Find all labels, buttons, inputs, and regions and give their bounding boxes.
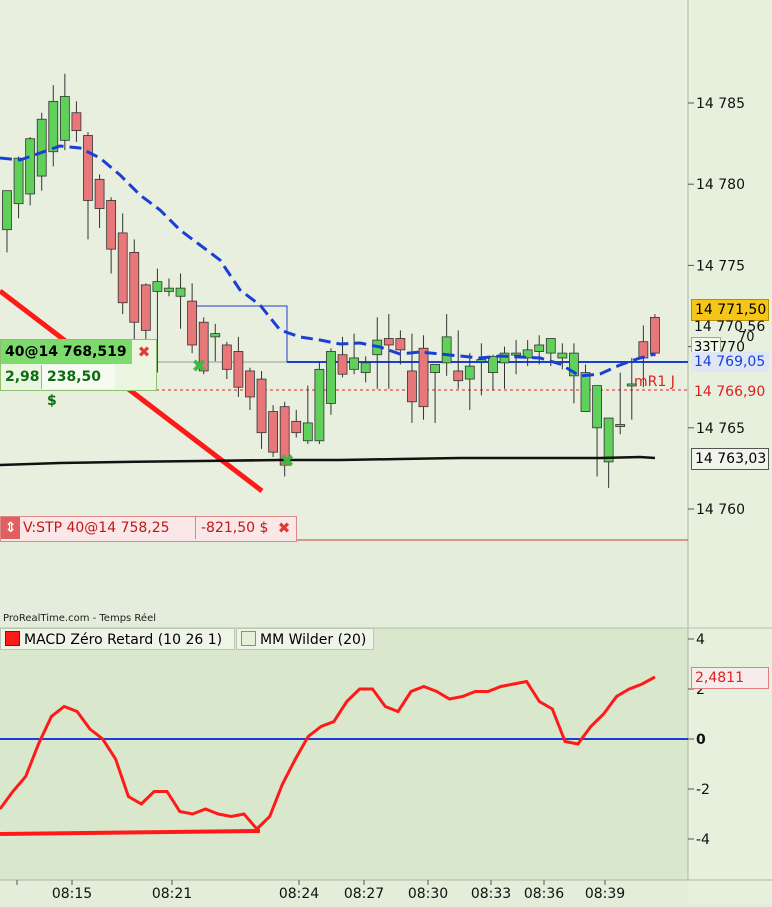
candle-body[interactable] [534,344,545,352]
candle-body[interactable] [25,138,36,195]
stop-label[interactable]: V:STP 40@14 758,25 [23,517,170,539]
candle-body[interactable] [59,96,70,141]
candle-body[interactable] [2,190,12,231]
candle-body[interactable] [36,118,47,177]
candle-body[interactable] [210,333,221,338]
stop-close-icon[interactable]: ✖ [274,518,294,538]
candle-body[interactable] [476,359,487,362]
candle-body[interactable] [256,378,267,434]
partial-70-label: 70 [738,330,755,345]
candle-body[interactable] [650,316,660,354]
candle-body[interactable] [592,385,602,429]
time-tick-label: 08:30 [408,886,448,902]
time-axis: 08:15 08:21 08:24 08:27 08:30 08:33 08:36 08:39 [16,880,625,902]
candle-body[interactable] [407,370,417,403]
time-tick-label: 08:27 [344,886,384,902]
candle-body[interactable] [94,178,105,209]
candle-body[interactable] [615,424,626,427]
candle-body[interactable] [511,352,521,356]
candle-body[interactable] [488,355,498,373]
candle-body[interactable] [71,112,82,132]
candle-body[interactable] [430,364,440,373]
candle-body[interactable] [175,287,186,297]
candle-body[interactable] [164,287,174,292]
candle-body[interactable] [314,368,325,442]
time-tick-label: 08:21 [152,886,192,902]
candle-body[interactable] [129,252,140,323]
macd-legend[interactable]: MACD Zéro Retard (10 26 1) [0,628,235,650]
wilder-legend[interactable]: MM Wilder (20) [236,628,374,650]
stop-pnl: -821,50 $ [195,517,271,539]
order-close-icon[interactable]: ✖ [134,342,154,362]
time-tick-label: 08:36 [524,886,564,902]
entry-marker-icon: ✖ [191,356,206,377]
candle-body[interactable] [221,344,232,370]
price-tick-label: 14 765 [696,421,745,437]
macd-tick-label: -4 [696,832,710,848]
candle-body[interactable] [453,370,464,382]
candle-body[interactable] [638,341,649,359]
candle-body[interactable] [13,157,24,205]
candle-body[interactable] [117,232,128,304]
candle-body[interactable] [499,352,510,364]
candle-body[interactable] [441,336,452,364]
candle-body[interactable] [106,200,117,250]
candle-body[interactable] [337,354,348,375]
time-tick-label: 08:33 [471,886,511,902]
candle-body[interactable] [83,135,93,201]
price-chart-svg[interactable]: ✖ ✖ 14 76014 76514 77014 77514 78014 785… [0,0,772,903]
ask-price-tag: 14 770,56 [694,319,766,335]
candle-body[interactable] [268,411,279,453]
candle-body[interactable] [291,420,302,434]
macd-tick-label: 4 [696,632,705,648]
time-tick-label: 08:24 [279,886,319,902]
candle-body[interactable] [349,357,360,370]
candle-body[interactable] [395,338,406,351]
mr1-price-tag: 14 766,90 [694,384,766,400]
candle-body[interactable] [360,362,371,373]
candle-body[interactable] [603,417,614,463]
macd-panel-bg [0,628,688,880]
candle-body[interactable] [580,372,591,412]
macd-last-value-tag: 2,4811 [691,667,769,689]
candle-body[interactable] [302,422,313,442]
candle-body[interactable] [48,100,59,153]
time-tick-label: 08:39 [585,886,625,902]
wilder-swatch [241,631,256,646]
wilder-legend-label: MM Wilder (20) [260,632,367,648]
candle-body[interactable] [326,351,336,404]
order-widget[interactable]: 40@14 768,519 ✖ 2,98 238,50 $ [0,339,157,409]
blue-level-tag: 14 769,05 [691,352,769,372]
stop-order-widget[interactable]: ⇕ V:STP 40@14 758,25 -821,50 $ ✖ [0,516,297,542]
price-tick-label: 14 775 [696,258,745,274]
candle-body[interactable] [545,338,556,354]
mr1-label: mR1 J [634,374,675,390]
candle-body[interactable] [245,370,255,398]
candle-body[interactable] [464,365,475,380]
exit-marker-icon: ✖ [279,451,294,472]
macd-tick-label: -2 [696,782,710,798]
time-tick-label: 08:15 [52,886,92,902]
candle-body[interactable] [187,300,198,346]
macd-tick-label: 0 [696,732,706,748]
order-pnl: 238,50 $ [41,365,115,409]
candle-body[interactable] [383,338,394,346]
candle-body[interactable] [557,352,568,359]
candle-body[interactable] [152,281,163,292]
macd-legend-label: MACD Zéro Retard (10 26 1) [24,632,223,648]
candle-body[interactable] [140,284,151,331]
candle-body[interactable] [233,351,244,388]
order-points: 2,98 [5,369,40,385]
order-label[interactable]: 40@14 768,519 [1,340,132,364]
candle-body[interactable] [418,347,429,408]
stop-drag-handle-icon[interactable]: ⇕ [1,517,20,539]
price-tick-label: 14 785 [696,96,745,112]
chart-stage: ✖ ✖ 14 76014 76514 77014 77514 78014 785… [0,0,772,903]
black-ma-tag: 14 763,03 [691,448,769,470]
price-tick-label: 14 780 [696,177,745,193]
source-label: ProRealTime.com - Temps Réel [3,613,157,624]
price-tick-label: 14 760 [696,502,745,518]
macd-swatch [5,631,20,646]
